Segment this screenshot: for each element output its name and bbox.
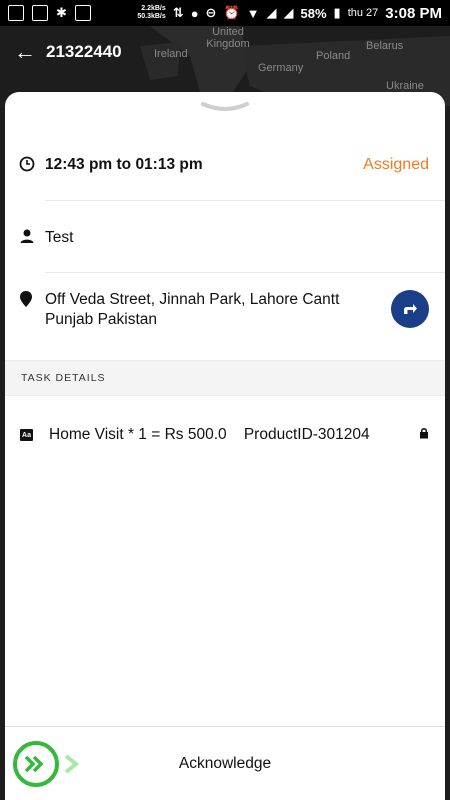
activity-icon [74, 5, 91, 21]
task-id-title: 21322440 [46, 42, 122, 61]
app-bar: ← 21322440 [0, 26, 450, 78]
data-transfer-icon: ⇅ [172, 5, 184, 20]
network-speed: 2.2kB/s 50.3kB/s [137, 5, 166, 20]
location-pin-icon [5, 290, 45, 313]
do-not-disturb-icon: ⊖ [205, 5, 217, 20]
back-arrow-icon[interactable]: ← [14, 39, 44, 65]
gallery-icon [8, 5, 24, 21]
clock-icon [5, 156, 45, 177]
acknowledge-bar[interactable]: Acknowledge [5, 726, 445, 800]
time-row: 12:43 pm to 01:13 pm Assigned [5, 156, 445, 177]
address-row: Off Veda Street, Jinnah Park, Lahore Can… [5, 290, 445, 330]
battery-icon: ▮ [333, 5, 341, 20]
text-format-icon: Aa [20, 429, 33, 441]
bug-icon: ✱ [56, 5, 67, 20]
task-details-header: TASK DETAILS [5, 360, 445, 396]
navigate-button[interactable] [391, 290, 429, 328]
address-text: Off Veda Street, Jinnah Park, Lahore Can… [45, 291, 340, 328]
customer-row: Test [5, 228, 445, 249]
person-icon [5, 228, 45, 249]
customer-name: Test [45, 229, 74, 246]
divider [45, 272, 445, 273]
signal-icon: ◢ [266, 5, 277, 20]
location-icon: ● [190, 5, 199, 21]
directions-icon [404, 304, 417, 314]
map-label-ukraine: Ukraine [386, 80, 424, 92]
sheet-handle-icon[interactable] [201, 100, 249, 114]
task-detail-row: Aa Home Visit * 1 = Rs 500.0 ProductID-3… [5, 426, 445, 444]
task-sheet: 12:43 pm to 01:13 pm Assigned Test Off V… [5, 92, 445, 800]
lock-icon [419, 426, 429, 444]
acknowledge-label: Acknowledge [178, 755, 272, 772]
divider [45, 200, 445, 201]
wifi-icon: ▼ [246, 5, 260, 21]
task-detail-text: Home Visit * 1 = Rs 500.0 ProductID-3012… [49, 426, 370, 443]
signal-icon-2: ◢ [283, 5, 294, 20]
app-icon [32, 5, 48, 21]
status-badge: Assigned [363, 156, 429, 173]
status-bar: ✱ 2.2kB/s 50.3kB/s ⇅ ● ⊖ ⏰ ▼ ◢ ◢ 58% ▮ t… [0, 0, 450, 26]
battery-percent: 58% [300, 5, 327, 21]
time-range: 12:43 pm to 01:13 pm [45, 156, 203, 173]
status-date: thu 27 [347, 7, 379, 19]
alarm-icon: ⏰ [223, 5, 240, 20]
status-time: 3:08 PM [385, 4, 442, 22]
